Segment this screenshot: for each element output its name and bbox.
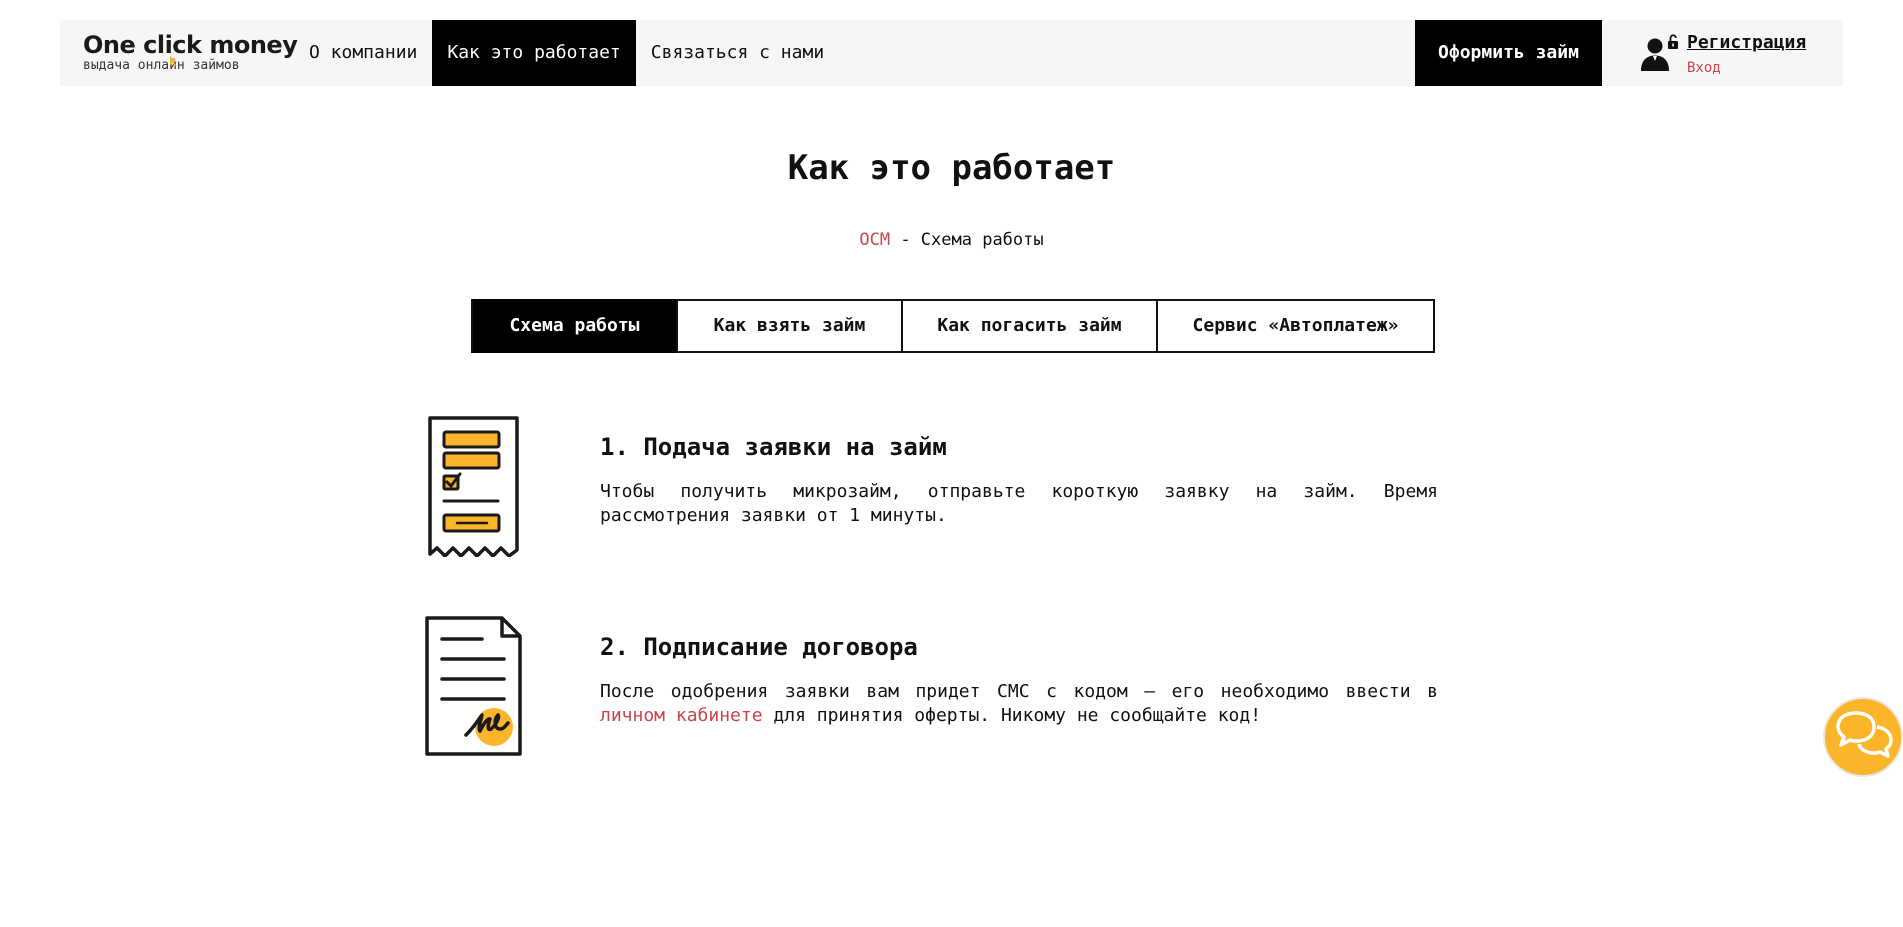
- step-text-before: После одобрения заявки вам придет СМС с …: [600, 681, 1438, 702]
- step-text: Чтобы получить микрозайм, отправьте коро…: [600, 481, 1438, 526]
- nav-item-about[interactable]: О компании: [294, 20, 432, 86]
- site-header: One click money выдача онлайн займов О к…: [60, 20, 1843, 86]
- cursor-icon: [170, 56, 177, 66]
- breadcrumb-separator: -: [890, 230, 921, 250]
- step-text: После одобрения заявки вам придет СМС с …: [600, 680, 1438, 728]
- step-item: 1. Подача заявки на займ Чтобы получить …: [420, 415, 1440, 560]
- step-title: 1. Подача заявки на займ: [600, 433, 947, 461]
- breadcrumb-home-link[interactable]: OCM: [859, 230, 890, 250]
- logo-title: One click money: [83, 31, 298, 59]
- main-nav: О компании Как это работает Связаться с …: [294, 20, 839, 86]
- application-form-icon: [428, 416, 519, 557]
- tab-scheme[interactable]: Схема работы: [473, 299, 676, 353]
- logo[interactable]: One click money выдача онлайн займов: [83, 31, 298, 73]
- step-title: 2. Подписание договора: [600, 633, 918, 661]
- logo-title-text: One click money: [83, 31, 298, 59]
- breadcrumb-current: Схема работы: [920, 230, 1044, 250]
- account-area: Регистрация Вход: [1640, 30, 1840, 80]
- nav-item-how-it-works[interactable]: Как это работает: [432, 20, 636, 86]
- step-item: 2. Подписание договора После одобрения з…: [420, 615, 1440, 760]
- step-text-after: для принятия оферты. Никому не сообщайте…: [762, 705, 1262, 726]
- logo-subtitle: выдача онлайн займов: [83, 58, 240, 73]
- contract-signature-icon: [425, 616, 522, 756]
- nav-item-contact[interactable]: Связаться с нами: [636, 20, 839, 86]
- personal-account-link[interactable]: личном кабинете: [600, 705, 763, 726]
- login-link[interactable]: Вход: [1687, 60, 1721, 76]
- register-link[interactable]: Регистрация: [1687, 32, 1806, 53]
- section-tabs: Схема работы Как взять займ Как погасить…: [471, 299, 1435, 353]
- user-lock-icon[interactable]: [1640, 34, 1680, 72]
- breadcrumb: OCM - Схема работы: [0, 230, 1903, 250]
- page-title: Как это работает: [787, 148, 1116, 188]
- apply-loan-button[interactable]: Оформить займ: [1415, 20, 1602, 86]
- tab-how-to-repay[interactable]: Как погасить займ: [901, 299, 1156, 353]
- tab-autopayment[interactable]: Сервис «Автоплатеж»: [1156, 299, 1433, 353]
- tab-how-to-get-loan[interactable]: Как взять займ: [676, 299, 901, 353]
- chat-widget-button[interactable]: [1823, 697, 1903, 777]
